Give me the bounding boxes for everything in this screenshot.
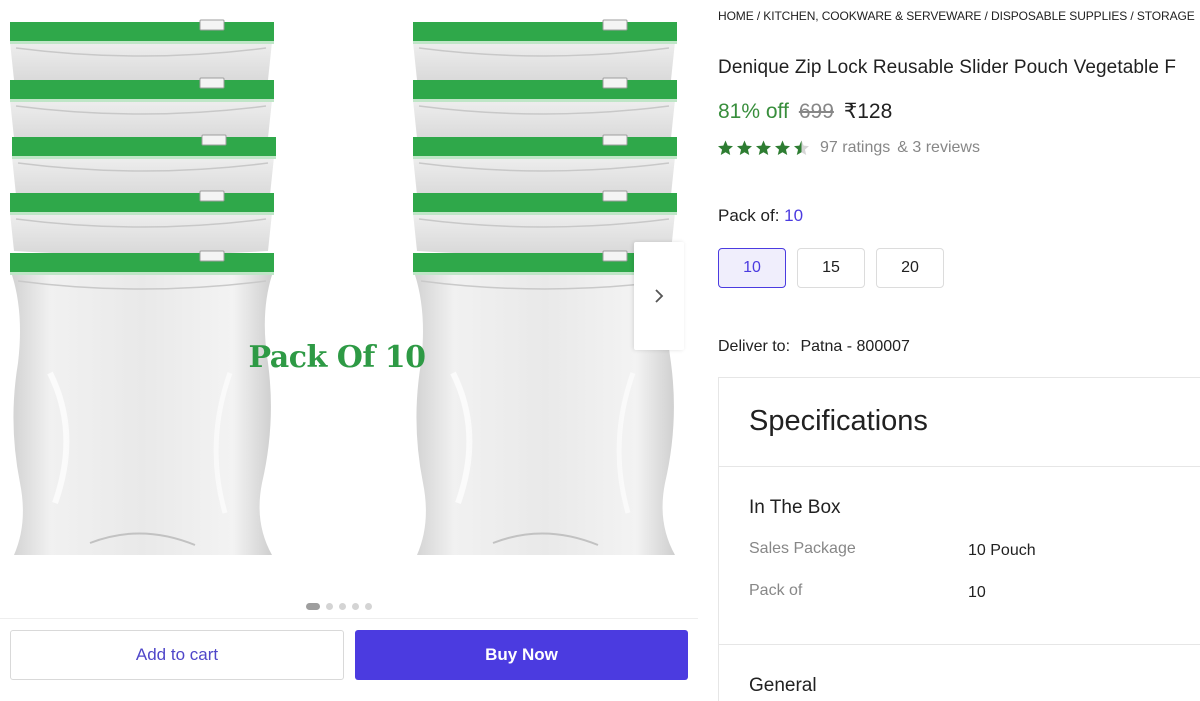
ratings-count[interactable]: 97 ratings	[820, 139, 890, 157]
specifications-panel: Specifications In The Box Sales Package …	[718, 377, 1200, 701]
pack-of-text: Pack of:	[718, 206, 780, 225]
spec-group-title: In The Box	[749, 497, 841, 518]
half-star-icon	[794, 140, 809, 155]
reviews-count[interactable]: & 3 reviews	[897, 139, 980, 157]
chevron-right-icon	[655, 289, 664, 303]
specifications-title: Specifications	[719, 378, 1200, 467]
product-details: HOME / KITCHEN, COOKWARE & SERVEWARE / D…	[718, 0, 1200, 701]
rating-stars	[718, 139, 811, 157]
image-caption: Pack Of 10	[248, 340, 426, 375]
pack-option-20[interactable]: 20	[876, 248, 944, 288]
add-to-cart-button[interactable]: Add to cart	[10, 630, 344, 680]
product-gallery: Pack Of 10 Add to cart Buy Now	[0, 0, 700, 701]
product-image	[0, 19, 700, 590]
star-icon	[756, 140, 771, 155]
pack-option-10[interactable]: 10	[718, 248, 786, 288]
star-icon	[718, 140, 733, 155]
star-icon	[775, 140, 790, 155]
spec-key: Pack of	[749, 582, 803, 599]
spec-value: 10 Pouch	[968, 542, 1036, 559]
pack-of-value: 10	[784, 206, 804, 225]
delivery-info[interactable]: Deliver to: Patna - 800007	[718, 338, 910, 356]
spec-group-general: General	[749, 675, 817, 696]
star-icon	[737, 140, 752, 155]
price-row: 81% off 699 ₹128	[718, 99, 892, 124]
deliver-label: Deliver to:	[718, 338, 791, 355]
spec-divider	[719, 644, 1200, 645]
spec-value: 10	[968, 584, 986, 601]
carousel-dots	[306, 603, 372, 610]
mrp-price: 699	[798, 100, 834, 123]
carousel-dot[interactable]	[306, 603, 320, 610]
breadcrumb[interactable]: HOME / KITCHEN, COOKWARE & SERVEWARE / D…	[718, 9, 1195, 23]
spec-key: Sales Package	[749, 540, 856, 557]
pack-of-label: Pack of: 10	[718, 206, 803, 226]
next-image-button[interactable]	[634, 242, 684, 350]
buy-now-button[interactable]: Buy Now	[355, 630, 688, 680]
discount-percent: 81% off	[718, 100, 789, 123]
carousel-dot[interactable]	[339, 603, 346, 610]
carousel-dot[interactable]	[365, 603, 372, 610]
rating-row: 97 ratings & 3 reviews	[718, 139, 980, 157]
deliver-location: Patna - 800007	[800, 338, 910, 355]
carousel-dot[interactable]	[326, 603, 333, 610]
pack-options: 10 15 20	[718, 248, 944, 288]
pack-option-15[interactable]: 15	[797, 248, 865, 288]
carousel-dot[interactable]	[352, 603, 359, 610]
action-bar: Add to cart Buy Now	[0, 618, 698, 690]
selling-price: ₹128	[843, 100, 893, 123]
product-title: Denique Zip Lock Reusable Slider Pouch V…	[718, 57, 1177, 78]
